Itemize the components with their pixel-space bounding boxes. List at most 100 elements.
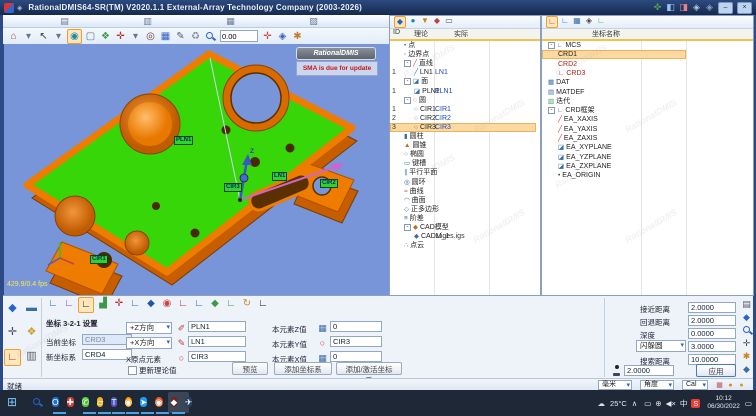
- eye-button[interactable]: ◎: [144, 30, 157, 43]
- tree-row-CIR1[interactable]: 1○CIR1CIR1: [390, 105, 539, 114]
- print-tab[interactable]: ▤: [59, 16, 70, 27]
- home-caret[interactable]: ▾: [22, 30, 35, 43]
- tree-row-键槽[interactable]: ▭键槽: [390, 159, 539, 168]
- status-grid-icon[interactable]: ▦: [715, 381, 724, 390]
- eraser-icon[interactable]: ✐: [176, 322, 187, 334]
- tree-row-CIR2[interactable]: 2○CIR2CIR2: [390, 114, 539, 123]
- gear-side-icon[interactable]: ✱: [741, 350, 752, 362]
- tree-row-椭圆[interactable]: ○椭圆: [390, 150, 539, 159]
- apply-button[interactable]: 应用: [696, 364, 736, 377]
- probe-button[interactable]: ✛: [5, 325, 20, 340]
- crd-setup-icon[interactable]: ∟: [78, 297, 94, 313]
- current-coord-input[interactable]: [82, 334, 132, 345]
- tree-row-MCS[interactable]: -∟MCS: [542, 41, 752, 50]
- tree-row-直线[interactable]: -╱直线: [390, 59, 539, 68]
- close-button[interactable]: ×: [737, 2, 752, 14]
- taskbar-security[interactable]: ✚: [67, 397, 74, 407]
- tree-row-阶差[interactable]: ≡阶差: [390, 214, 539, 223]
- angle-select[interactable]: 角度: [640, 380, 674, 390]
- z-direction-select[interactable]: +Z方向: [126, 322, 172, 334]
- x-feature-input[interactable]: [188, 336, 246, 347]
- monitor-icon[interactable]: ▭: [444, 16, 454, 26]
- axes-add-icon[interactable]: ∟: [560, 16, 570, 26]
- crd-rotate-icon[interactable]: ∟: [128, 297, 142, 311]
- approach-distance-input[interactable]: [688, 302, 736, 313]
- avoidance-input[interactable]: [688, 341, 736, 352]
- coords-tab-icon[interactable]: ∟: [546, 16, 558, 28]
- tree-row-迭代[interactable]: ▥迭代: [542, 97, 752, 106]
- tree-row-LN1[interactable]: 1╱LN1LN1: [390, 68, 539, 77]
- tree-row-EA_ZAXIS[interactable]: ╱EA_ZAXIS: [542, 134, 752, 143]
- probe-mode-button[interactable]: ◉: [67, 29, 82, 44]
- cube2-side-icon[interactable]: ◆: [741, 363, 752, 375]
- edit-button[interactable]: ✎: [174, 30, 187, 43]
- capture-icon[interactable]: ◈: [704, 2, 715, 13]
- taskbar-wechat[interactable]: ✆: [82, 397, 89, 407]
- expand-toggle[interactable]: -: [404, 78, 411, 85]
- circle-pick-icon[interactable]: ○: [176, 352, 187, 364]
- tolerance-input[interactable]: [220, 30, 258, 42]
- cal-select[interactable]: Cal: [682, 380, 708, 390]
- expand-toggle[interactable]: -: [548, 107, 555, 114]
- tree-row-CAD模型[interactable]: -◆CAD模型: [390, 223, 539, 232]
- align-button[interactable]: ✛: [261, 30, 274, 43]
- probe-side-icon[interactable]: ✛: [741, 337, 752, 349]
- tray-chevron-icon[interactable]: ∧: [632, 399, 638, 408]
- expand-toggle[interactable]: -: [548, 42, 555, 49]
- new-coord-input[interactable]: [82, 349, 132, 360]
- notification-icon[interactable]: ▭: [745, 399, 752, 408]
- status-dot-yellow-icon[interactable]: ●: [737, 381, 746, 390]
- tree-row-曲面[interactable]: ◠曲面: [390, 196, 539, 205]
- tree-row-EA_YZPLANE[interactable]: ◪EA_YZPLANE: [542, 153, 752, 162]
- marquee-select-button[interactable]: ▢: [84, 30, 97, 43]
- load-icon[interactable]: ◨: [678, 2, 689, 13]
- start-button[interactable]: ⊞: [7, 395, 17, 409]
- taskbar-explorer[interactable]: ▱: [97, 397, 104, 407]
- taskbar-outlook[interactable]: O: [52, 397, 59, 407]
- snapshot-icon[interactable]: ◈: [691, 2, 702, 13]
- axes-caret[interactable]: ▾: [129, 30, 142, 43]
- feature-flag-cir2[interactable]: CIR2: [320, 179, 338, 188]
- taskbar-app-red[interactable]: ◆: [171, 397, 178, 407]
- preview-button[interactable]: 预览: [232, 362, 268, 375]
- cursor-caret[interactable]: ▾: [52, 30, 65, 43]
- crd-machine-icon[interactable]: ▟: [96, 297, 110, 311]
- coordinate-axes-button[interactable]: ✛: [114, 30, 127, 43]
- model-button[interactable]: ❖: [99, 30, 112, 43]
- delete-button[interactable]: ♻: [189, 30, 202, 43]
- update-theoretical-checkbox[interactable]: [128, 366, 137, 375]
- coordinate-tab-button[interactable]: ∟: [4, 349, 21, 366]
- quick-access-icon[interactable]: ◈: [17, 4, 22, 12]
- tree-row-EA_YAXIS[interactable]: ╱EA_YAXIS: [542, 125, 752, 134]
- tree-row-DAT[interactable]: ▦DAT: [542, 78, 752, 87]
- feature-flag-pln1[interactable]: PLN1: [174, 136, 193, 145]
- tree-row-MATDEF[interactable]: ▤MATDEF: [542, 88, 752, 97]
- crd-green-cube-icon[interactable]: ◆: [208, 297, 222, 311]
- cursor-button[interactable]: ↖: [37, 30, 50, 43]
- coord-camera-icon[interactable]: ◈: [584, 16, 594, 26]
- zoom-side-icon[interactable]: [741, 324, 753, 336]
- sphere-icon[interactable]: ●: [408, 16, 418, 26]
- crd-cube-icon[interactable]: ◆: [144, 297, 158, 311]
- camera-button[interactable]: ◈: [276, 30, 289, 43]
- y-value-input[interactable]: [330, 336, 382, 347]
- taskbar-clock[interactable]: 10:12 06/30/2022: [707, 395, 740, 411]
- machine-button[interactable]: ▥: [24, 349, 39, 364]
- coord-grid-icon[interactable]: ▦: [572, 16, 582, 26]
- features-tab-icon[interactable]: ◆: [394, 16, 406, 28]
- crd-321-icon[interactable]: ∟: [46, 297, 60, 311]
- expand-toggle[interactable]: -: [404, 60, 411, 67]
- crd-bold-axes-icon[interactable]: ∟: [256, 297, 270, 311]
- tree-row-圆环[interactable]: ◎圆环: [390, 178, 539, 187]
- home-button[interactable]: ⌂: [7, 30, 20, 43]
- filter-icon[interactable]: ▼: [420, 16, 430, 26]
- tree-row-EA_XYPLANE[interactable]: ◪EA_XYPLANE: [542, 143, 752, 152]
- tree-row-曲线[interactable]: ≈曲线: [390, 187, 539, 196]
- origin-feature-input[interactable]: [188, 351, 246, 362]
- tray-window-icon[interactable]: ▭: [644, 399, 651, 408]
- tree-row-面[interactable]: -◪面: [390, 77, 539, 86]
- expand-toggle[interactable]: -: [404, 224, 411, 231]
- flag-icon[interactable]: ◆: [432, 16, 442, 26]
- gear-button[interactable]: ✱: [291, 30, 304, 43]
- taskbar-rocket[interactable]: ✈: [185, 397, 192, 407]
